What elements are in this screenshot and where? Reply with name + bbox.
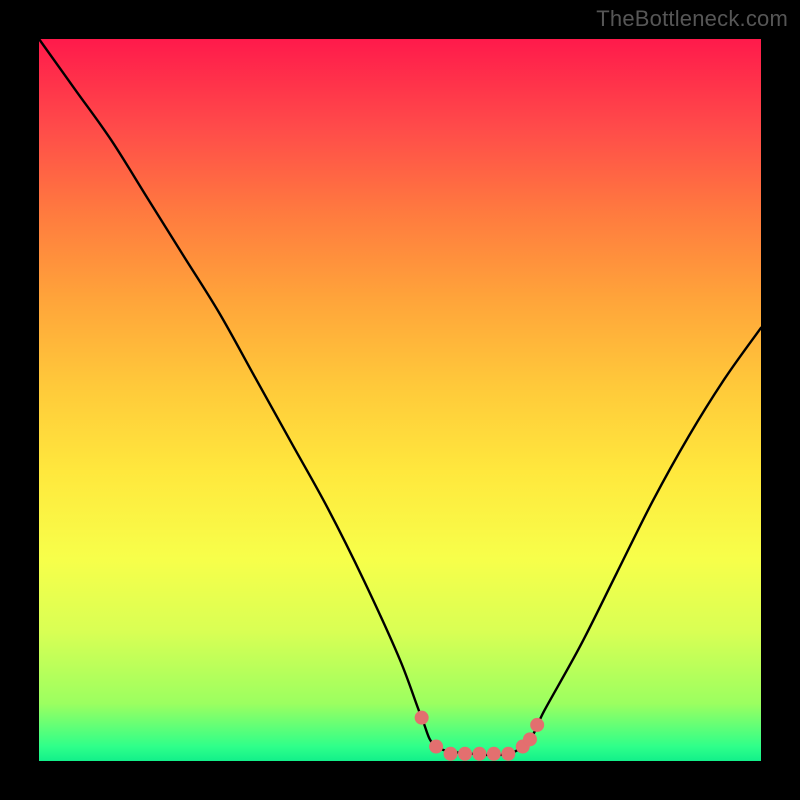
plot-area (39, 39, 761, 761)
chart-markers (415, 711, 545, 761)
marker-dot (444, 747, 458, 761)
marker-dot (530, 718, 544, 732)
chart-container: TheBottleneck.com (0, 0, 800, 800)
chart-svg (39, 39, 761, 761)
marker-dot (415, 711, 429, 725)
marker-dot (523, 732, 537, 746)
marker-dot (487, 747, 501, 761)
marker-dot (501, 747, 515, 761)
marker-dot (429, 740, 443, 754)
marker-dot (472, 747, 486, 761)
watermark-text: TheBottleneck.com (596, 6, 788, 32)
bottleneck-curve (39, 39, 761, 755)
marker-dot (458, 747, 472, 761)
